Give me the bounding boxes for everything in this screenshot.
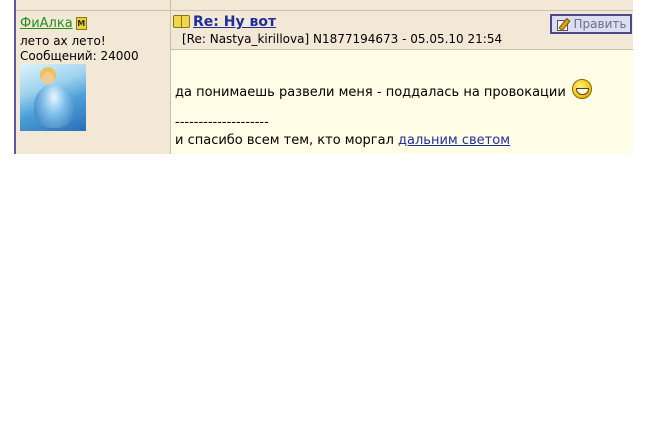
moderator-badge-icon: M [75, 17, 87, 30]
author-name-link[interactable]: ФиАлка [20, 16, 73, 31]
post-title-link[interactable]: Re: Ну вот [193, 14, 276, 30]
message-text-line: да понимаешь развели меня - поддалась на… [175, 79, 592, 100]
post-meta: [Re: Nastya_kirillova] N1877194673 - 05.… [182, 32, 503, 46]
edit-button[interactable]: Править [550, 14, 632, 34]
post-title-line: Re: Ну вот [173, 14, 276, 30]
author-post-count: Сообщений: 24000 [20, 49, 139, 63]
signature-text: и спасибо всем тем, кто моргал [175, 133, 399, 148]
author-status: лето ах лето! [20, 34, 106, 48]
message-panel: Re: Ну вот [Re: Nastya_kirillova] N18771… [171, 11, 633, 154]
avatar-figure-head [42, 72, 54, 84]
message-text: да понимаешь развели меня - поддалась на… [175, 85, 566, 100]
edit-button-label: Править [573, 17, 627, 31]
pencil-icon [556, 18, 570, 31]
post-top-strip [16, 0, 633, 11]
divider [170, 0, 171, 10]
smiley-icon [571, 79, 592, 99]
author-line: ФиАлка M [20, 16, 87, 31]
book-icon [173, 15, 190, 28]
forum-post: ФиАлка M лето ах лето! Сообщений: 24000 R… [14, 0, 633, 154]
signature: и спасибо всем тем, кто моргал дальним с… [175, 133, 510, 148]
avatar [20, 64, 86, 131]
signature-separator: -------------------- [175, 115, 269, 130]
author-panel: ФиАлка M лето ах лето! Сообщений: 24000 [16, 11, 171, 154]
message-header: Re: Ну вот [Re: Nastya_kirillova] N18771… [171, 11, 633, 50]
signature-link[interactable]: дальним светом [398, 133, 510, 148]
avatar-figure-dress [34, 84, 74, 128]
